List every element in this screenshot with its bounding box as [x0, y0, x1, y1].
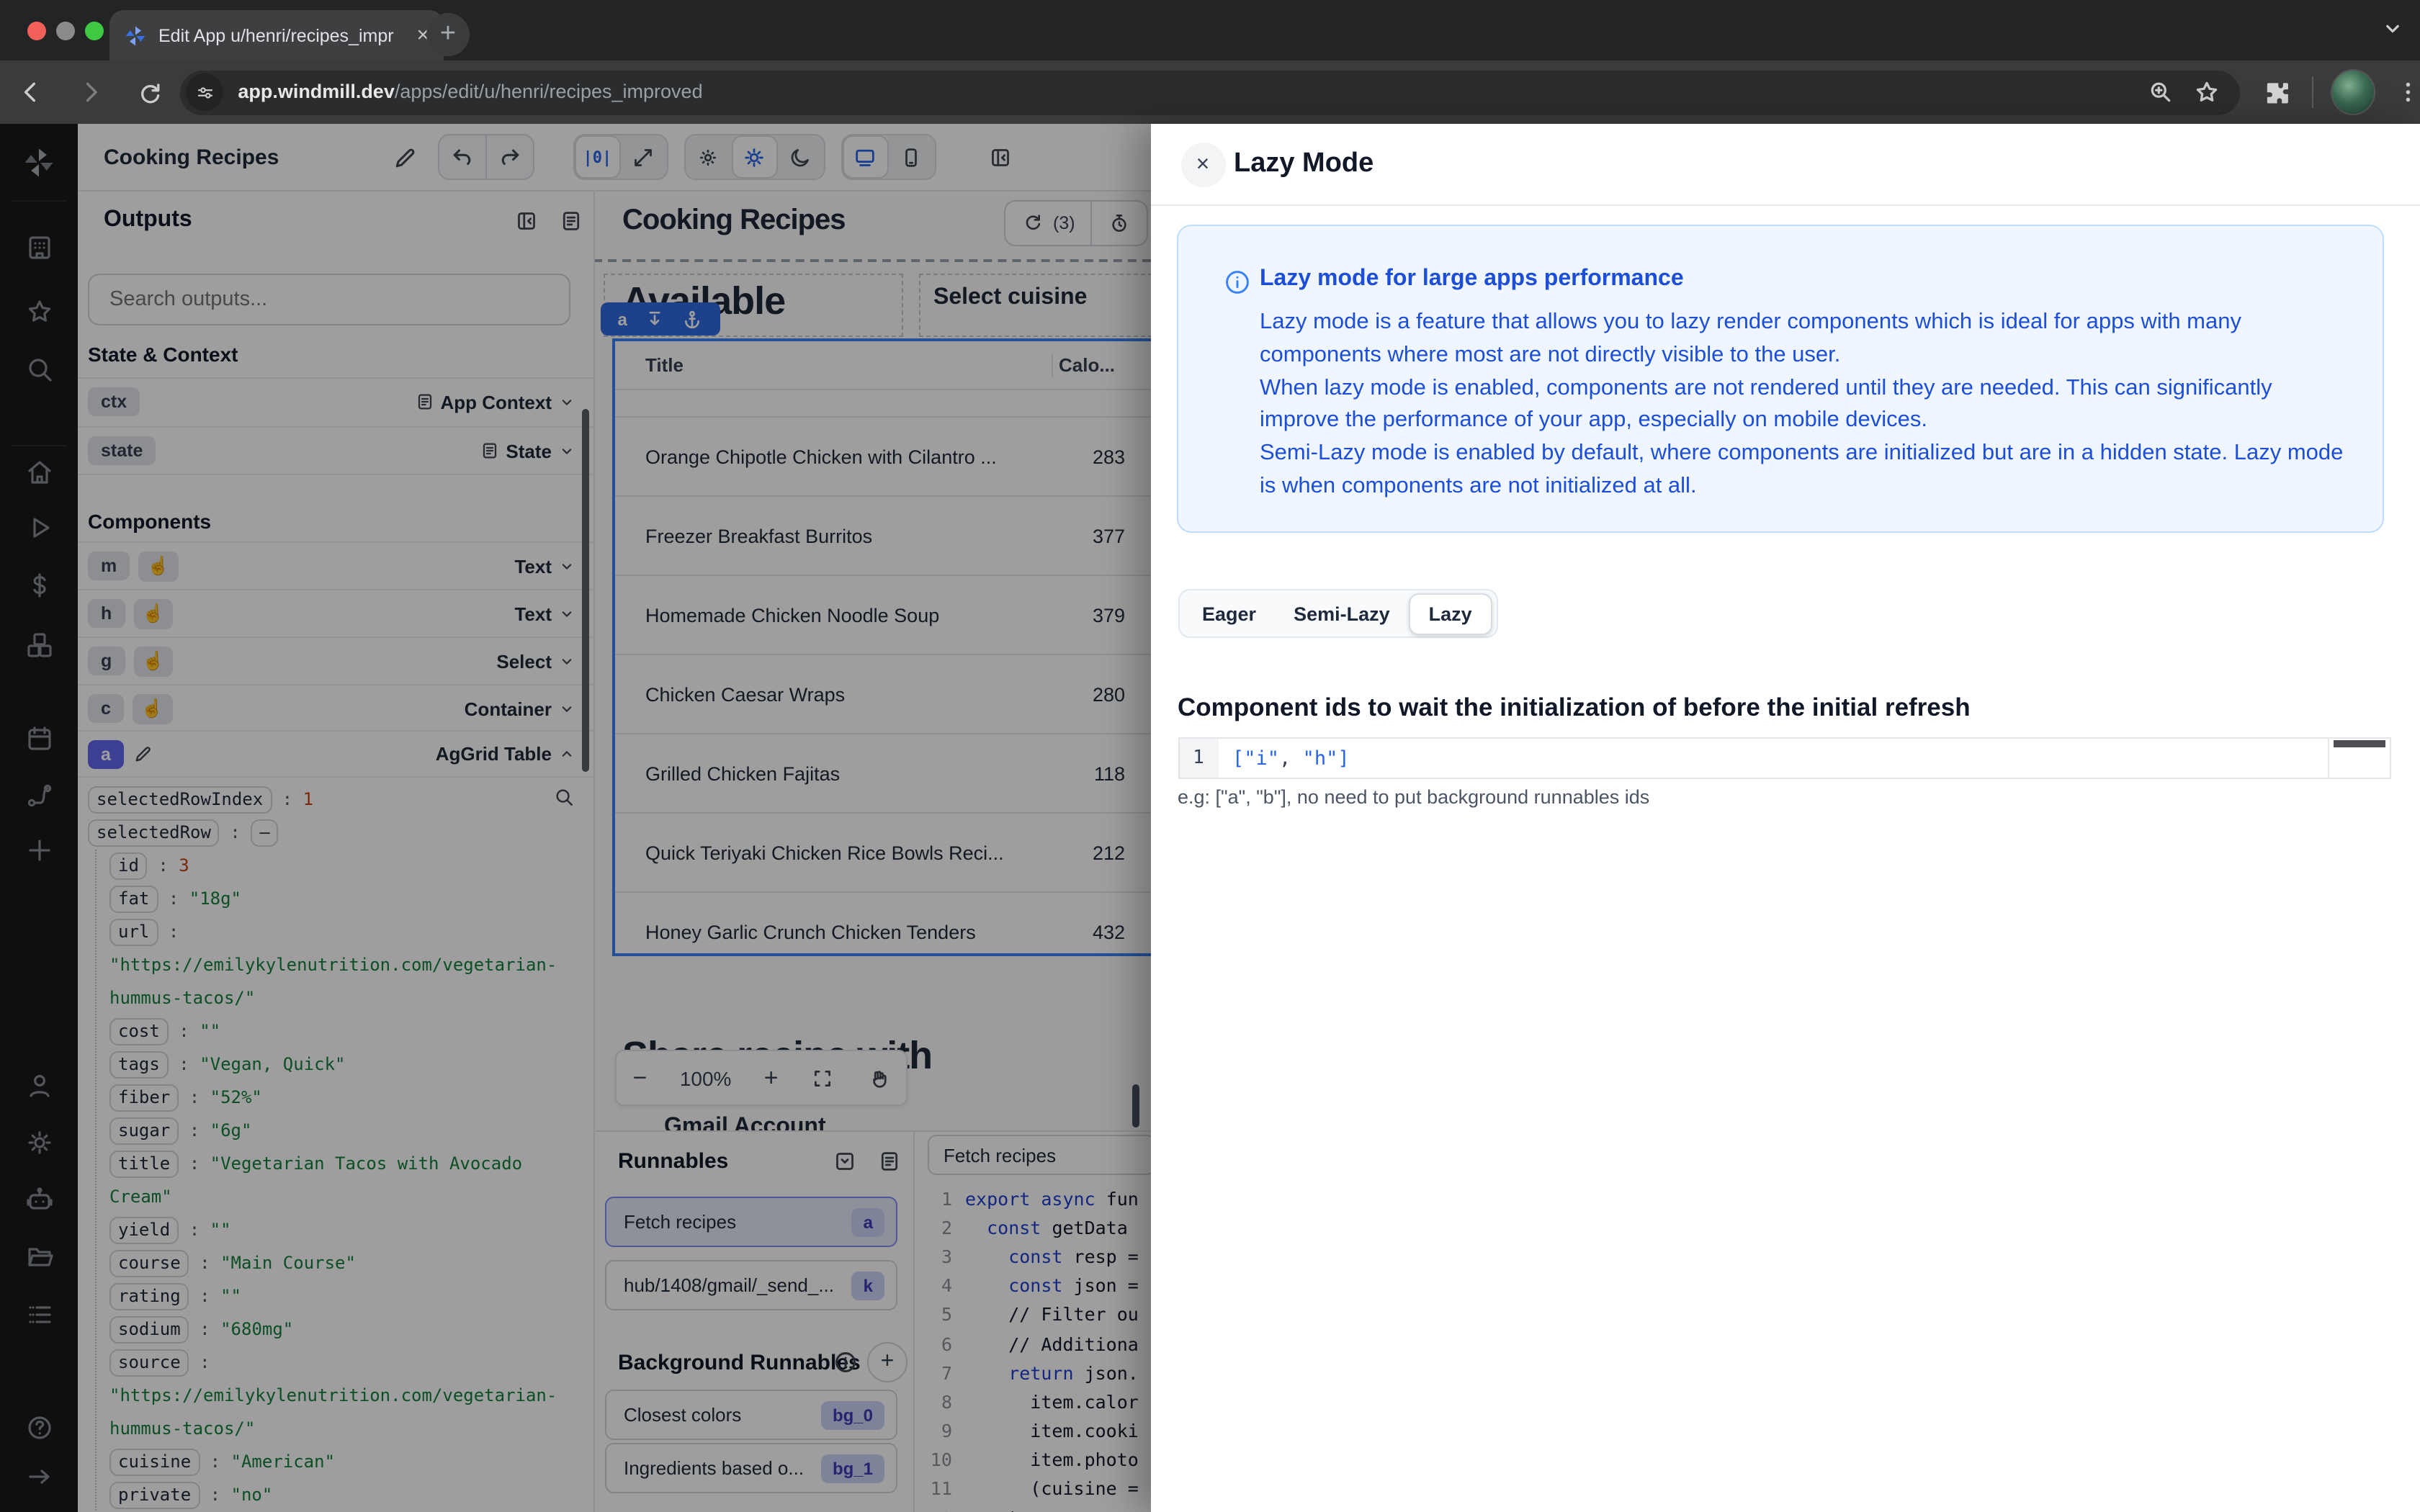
browser-menu-icon[interactable] [2395, 79, 2420, 105]
minimap-slider[interactable] [2333, 740, 2385, 747]
forward-icon[interactable] [77, 78, 105, 107]
traffic-minimize-button[interactable] [56, 22, 75, 40]
traffic-close-button[interactable] [27, 22, 46, 40]
lazy-mode-segmented-control: Eager Semi-Lazy Lazy [1178, 589, 1498, 638]
extensions-puzzle-icon[interactable] [2263, 78, 2291, 107]
profile-avatar[interactable] [2330, 69, 2375, 115]
editor-minimap [2327, 739, 2389, 778]
close-drawer-button[interactable]: × [1180, 143, 1225, 187]
mode-option-lazy-selected[interactable]: Lazy [1408, 593, 1492, 634]
info-paragraph: Semi-Lazy mode is enabled by default, wh… [1260, 441, 2344, 498]
toolbar-separator [2311, 76, 2313, 108]
lazy-mode-drawer: × Lazy Mode Lazy mode for large apps per… [1150, 124, 2420, 1512]
traffic-zoom-button[interactable] [85, 22, 104, 40]
mode-option-semi-lazy[interactable]: Semi-Lazy [1275, 594, 1409, 633]
new-tab-button[interactable]: + [426, 13, 470, 56]
url-path: /apps/edit/u/henri/recipes_improved [394, 81, 703, 102]
tab-title: Edit App u/henri/recipes_impr [158, 25, 394, 45]
component-ids-editor[interactable]: 1 ["i", "h"] [1178, 737, 2390, 779]
info-box-title: Lazy mode for large apps performance [1260, 266, 1684, 291]
component-ids-heading: Component ids to wait the initialization… [1178, 693, 1971, 721]
lazy-mode-info-box: Lazy mode for large apps performance Laz… [1176, 225, 2383, 533]
info-icon [1225, 271, 1248, 294]
tab-strip-chevron-icon[interactable] [2380, 16, 2406, 42]
mode-option-eager[interactable]: Eager [1183, 594, 1275, 633]
browser-tab[interactable]: Edit App u/henri/recipes_impr × [109, 10, 444, 60]
url-host: app.windmill.dev [238, 81, 395, 102]
browser-toolbar: app.windmill.dev/apps/edit/u/henri/recip… [0, 60, 2420, 124]
drawer-title: Lazy Mode [1234, 148, 1374, 179]
zoom-page-icon[interactable] [2148, 79, 2174, 105]
info-paragraph: When lazy mode is enabled, components ar… [1260, 375, 2272, 433]
back-icon[interactable] [17, 78, 45, 107]
modal-overlay[interactable] [0, 124, 1150, 1512]
site-info-icon[interactable] [186, 73, 224, 111]
editor-line-number: 1 [1179, 739, 1218, 778]
drawer-divider [1150, 204, 2420, 206]
browser-tab-strip: Edit App u/henri/recipes_impr × + [0, 0, 2420, 60]
app-workspace: Cooking Recipes |0| Outputs Search outpu… [0, 124, 2420, 1512]
reload-icon[interactable] [137, 78, 163, 106]
windmill-favicon [125, 25, 145, 45]
ids-hint-text: e.g: ["a", "b"], no need to put backgrou… [1178, 786, 1650, 808]
info-paragraph: Lazy mode is a feature that allows you t… [1260, 310, 2241, 367]
url-bar[interactable]: app.windmill.dev/apps/edit/u/henri/recip… [180, 70, 2241, 114]
bookmark-star-icon[interactable] [2194, 79, 2220, 105]
screen: Edit App u/henri/recipes_impr × + app.wi… [0, 0, 2420, 1512]
